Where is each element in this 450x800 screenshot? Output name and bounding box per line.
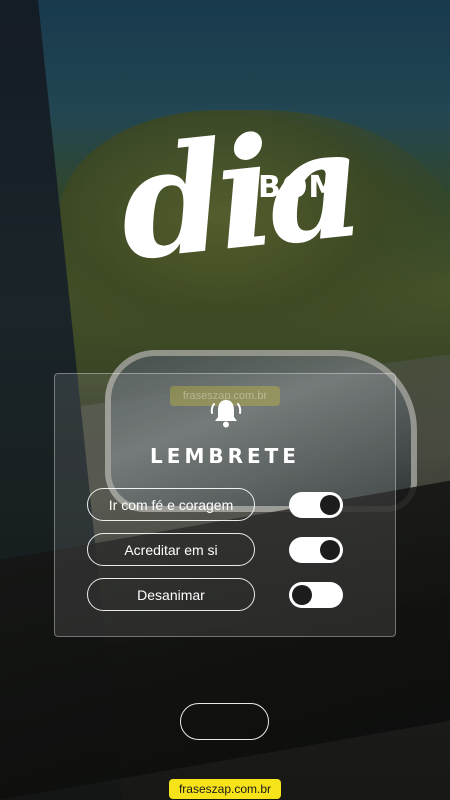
reminder-toggle-3[interactable] xyxy=(289,582,343,608)
reminder-heading: LEMBRETE xyxy=(150,444,300,468)
toggle-knob xyxy=(320,540,340,560)
reminder-item-2[interactable]: Acreditar em si xyxy=(87,533,255,566)
toggle-knob xyxy=(320,495,340,515)
greeting-title-small: BOM xyxy=(258,170,340,205)
bell-icon xyxy=(210,400,242,428)
reminder-item-1[interactable]: Ir com fé e coragem xyxy=(87,488,255,521)
toggle-knob xyxy=(292,585,312,605)
reminder-item-3[interactable]: Desanimar xyxy=(87,578,255,611)
reminder-item-label: Ir com fé e coragem xyxy=(108,496,234,513)
reminder-toggle-2[interactable] xyxy=(289,537,343,563)
greeting-title: dia BOM xyxy=(111,95,363,350)
reminder-toggle-1[interactable] xyxy=(289,492,343,518)
site-watermark: fraseszap.com.br xyxy=(169,779,281,799)
reminder-item-label: Desanimar xyxy=(137,586,205,603)
empty-button[interactable] xyxy=(180,703,269,740)
reminder-item-label: Acreditar em si xyxy=(124,541,218,558)
